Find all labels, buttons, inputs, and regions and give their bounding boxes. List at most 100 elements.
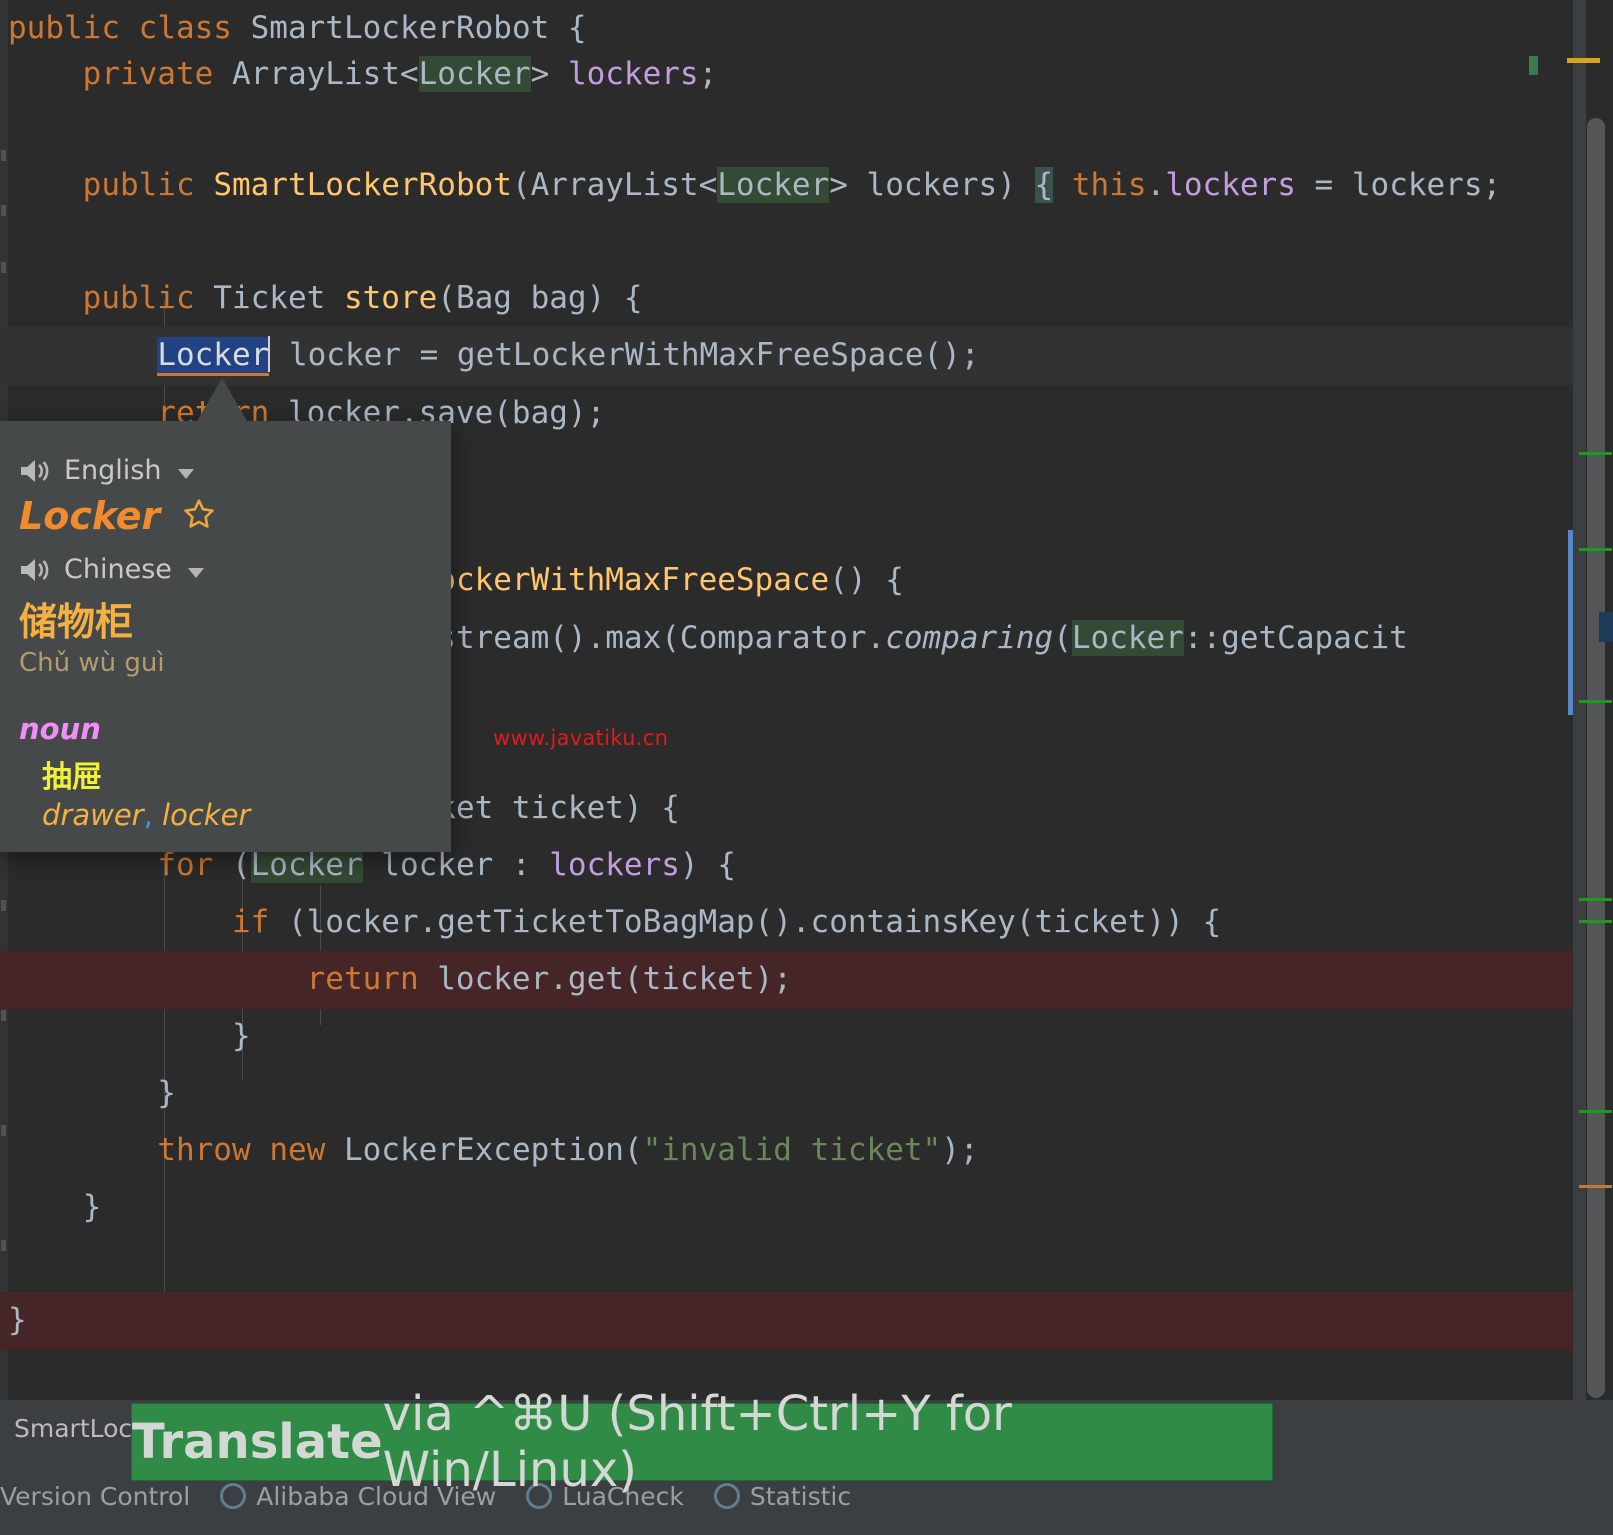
translate-hint-banner[interactable]: Translate via ^⌘U (Shift+Ctrl+Y for Win/… [131, 1386, 1273, 1498]
code-line[interactable]: public Ticket store(Bag bag) { [0, 270, 1613, 328]
chevron-down-icon[interactable] [187, 567, 204, 578]
code-token: ( [213, 847, 251, 883]
sense-target-text: 抽屉 [42, 760, 102, 795]
pinyin-transliteration: Chǔ wù guì [19, 648, 165, 678]
code-token: public [82, 167, 195, 203]
sense-source-word-1: drawer [42, 798, 144, 832]
part-of-speech-label: noun [19, 712, 101, 746]
code-token: public [82, 280, 195, 316]
code-token: (Bag bag) { [437, 280, 643, 316]
code-token: comparing [885, 620, 1054, 656]
sense-source-word-2: locker [162, 798, 251, 832]
code-line[interactable]: throw new LockerException("invalid ticke… [0, 1122, 1613, 1180]
editor-scrollbar-thumb[interactable] [1587, 118, 1605, 1398]
code-token: ::getCapacit [1183, 620, 1408, 656]
code-token: } [8, 1018, 251, 1054]
code-token: locker.get(ticket); [418, 961, 792, 997]
target-language-label: Chinese [64, 554, 172, 585]
minimap-position-tab[interactable] [1599, 612, 1613, 642]
code-token: SmartLockerRobot [213, 167, 512, 203]
code-token: Locker [1071, 620, 1184, 656]
code-token: ArrayList< [213, 56, 419, 92]
star-outline-icon[interactable] [182, 497, 216, 535]
code-token: SmartLockerRobot { [231, 10, 587, 46]
code-token: } [8, 1302, 27, 1338]
code-token: lockers [549, 847, 680, 883]
code-token: private [82, 56, 214, 92]
code-line[interactable]: Locker locker = getLockerWithMaxFreeSpac… [0, 327, 1613, 385]
code-token: > lockers) [829, 167, 1016, 203]
code-token: . [1146, 167, 1166, 203]
translate-hint-action: Translate [132, 1414, 383, 1470]
code-token: new [269, 1132, 326, 1168]
sense-source-text: drawer, locker [0, 798, 451, 832]
scrollbar-marker-green[interactable] [1579, 452, 1612, 455]
cloud-icon [220, 1483, 247, 1509]
code-token: ; [698, 56, 718, 92]
source-word: Locker [19, 494, 161, 538]
code-line[interactable]: if (locker.getTicketToBagMap().containsK… [0, 894, 1613, 952]
code-line[interactable]: } [0, 1292, 1613, 1350]
code-token: throw [157, 1132, 251, 1168]
code-token: store [343, 280, 438, 316]
code-token: } [8, 1189, 102, 1225]
scrollbar-marker-green[interactable] [1579, 898, 1612, 901]
code-token: = lockers; [1295, 167, 1502, 203]
translated-word: 储物柜 [19, 600, 134, 644]
code-line[interactable]: } [0, 1065, 1613, 1123]
code-token: locker = getLockerWithMaxFreeSpace(); [270, 337, 980, 373]
chevron-down-icon[interactable] [177, 468, 194, 479]
code-token: lockers [1165, 167, 1296, 203]
code-token: { [1034, 167, 1054, 203]
speaker-icon[interactable] [19, 458, 50, 484]
code-line[interactable]: private ArrayList<Locker> lockers; [0, 46, 1613, 104]
code-token: (ArrayList< [511, 167, 718, 203]
translate-popup[interactable]: English Locker Chinese 储物柜 Chǔ wù guì no… [0, 421, 451, 852]
code-token: () { [829, 562, 904, 598]
target-language-row[interactable]: Chinese [0, 554, 451, 585]
code-line[interactable]: } [0, 1179, 1613, 1237]
code-token: Ticket [194, 280, 344, 316]
code-token: Locker [717, 167, 830, 203]
status-item-version-control[interactable]: Version Control [0, 1482, 190, 1511]
code-token: ) { [679, 847, 736, 883]
code-line[interactable]: public SmartLockerRobot(ArrayList<Locker… [0, 157, 1613, 215]
scrollbar-marker-green[interactable] [1579, 548, 1612, 551]
code-token: .stream().max(Comparator. [418, 620, 886, 656]
code-token: ( [1053, 620, 1072, 656]
sense-separator: , [143, 798, 153, 832]
scrollbar-marker-warning[interactable] [1567, 58, 1600, 63]
code-line[interactable]: return locker.get(ticket); [0, 951, 1613, 1009]
scrollbar-marker-green[interactable] [1579, 700, 1612, 703]
code-token: this [1071, 167, 1147, 203]
source-language-row[interactable]: English [0, 455, 451, 486]
scrollbar-marker-green[interactable] [1579, 1110, 1612, 1113]
inspection-status-tab[interactable] [1529, 56, 1538, 75]
speaker-icon[interactable] [19, 557, 50, 583]
code-line[interactable]: } [0, 1008, 1613, 1066]
vcs-change-marker[interactable] [1568, 530, 1573, 715]
code-token: for [157, 847, 214, 883]
code-token: return [306, 961, 419, 997]
code-token: } [8, 1075, 176, 1111]
code-token: locker : [362, 847, 550, 883]
code-token: ); [941, 1132, 979, 1168]
ide-window: public class SmartLockerRobot { private … [0, 0, 1613, 1535]
scrollbar-marker-green[interactable] [1579, 920, 1612, 923]
code-token: > [530, 56, 568, 92]
code-token: if [231, 904, 270, 940]
code-token: public [8, 10, 120, 46]
scrollbar-marker-orange[interactable] [1579, 1185, 1612, 1188]
code-token: class [138, 10, 232, 46]
